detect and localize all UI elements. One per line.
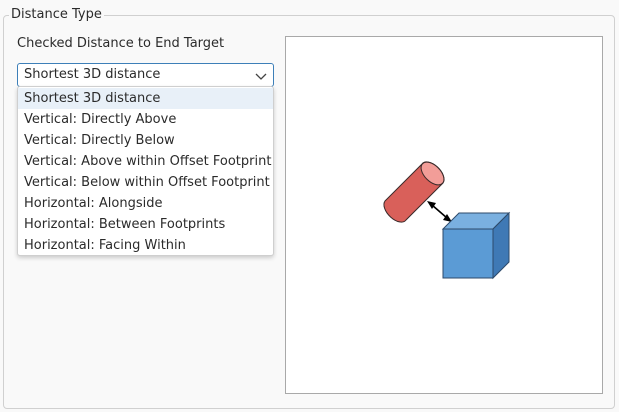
- dropdown-option-vertical-directly-above[interactable]: Vertical: Directly Above: [18, 109, 273, 130]
- distance-arrow-icon: [427, 201, 452, 222]
- dropdown-option-horizontal-alongside[interactable]: Horizontal: Alongside: [18, 193, 273, 214]
- cube-shape: [441, 211, 511, 280]
- distance-preview-panel: [285, 36, 603, 394]
- dropdown-option-vertical-above-within-footprint[interactable]: Vertical: Above within Offset Footprint: [18, 151, 273, 172]
- distance-type-dropdown-list: Shortest 3D distance Vertical: Directly …: [17, 86, 274, 256]
- distance-type-combobox[interactable]: Shortest 3D distance: [17, 63, 274, 87]
- dropdown-option-vertical-directly-below[interactable]: Vertical: Directly Below: [18, 130, 273, 151]
- group-title: Distance Type: [9, 6, 104, 24]
- checked-distance-label: Checked Distance to End Target: [17, 36, 225, 51]
- dropdown-option-horizontal-between-footprints[interactable]: Horizontal: Between Footprints: [18, 214, 273, 235]
- dropdown-option-horizontal-facing-within[interactable]: Horizontal: Facing Within: [18, 235, 273, 256]
- dropdown-option-shortest-3d[interactable]: Shortest 3D distance: [18, 88, 273, 109]
- cylinder-shape: [383, 161, 445, 223]
- distance-illustration: [383, 161, 511, 280]
- dropdown-option-vertical-below-within-footprint[interactable]: Vertical: Below within Offset Footprint: [18, 172, 273, 193]
- combobox-value: Shortest 3D distance: [24, 67, 161, 82]
- chevron-down-icon[interactable]: [255, 68, 267, 82]
- distance-type-panel: Distance Type Checked Distance to End Ta…: [0, 0, 619, 412]
